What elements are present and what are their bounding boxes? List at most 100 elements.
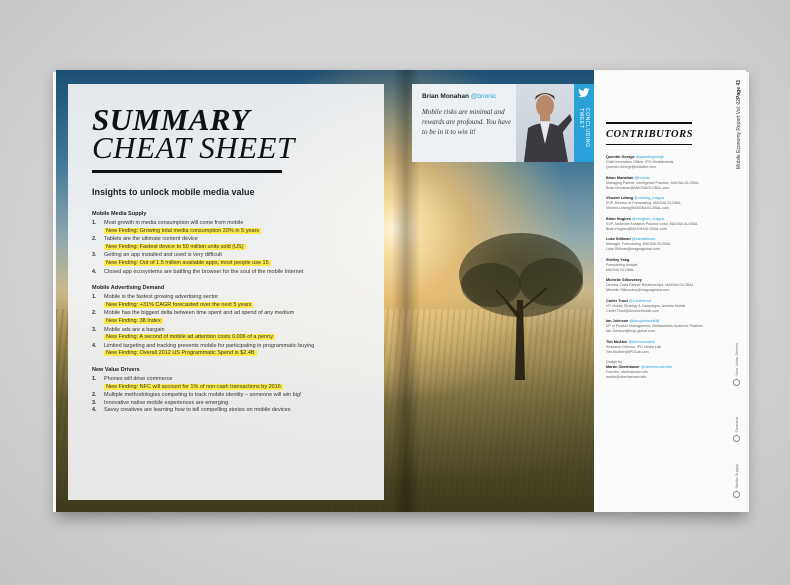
contributor-handle[interactable]: @bhughes_magna <box>632 217 664 221</box>
list-item: 2. Multiple methodologies competing to tr… <box>92 392 360 400</box>
section-nav-item[interactable]: New Value Drivers <box>732 330 742 386</box>
contributor-handle[interactable]: @Cartertrout <box>629 299 651 303</box>
author-portrait <box>516 84 574 162</box>
magazine-spread: SUMMARY CHEAT SHEET Insights to unlock m… <box>53 70 749 512</box>
list-item-number: 4. <box>92 268 97 275</box>
list-item-number: 1. <box>92 220 97 226</box>
contributor-email[interactable]: MAGNA GLOBAL <box>606 268 716 273</box>
section-heading: Mobile Media Supply <box>92 211 147 217</box>
person-silhouette-icon <box>524 93 572 162</box>
list-item: 3. Getting an app installed and used is v… <box>92 252 360 260</box>
contributor-handle[interactable]: @quentingeorge <box>636 155 664 159</box>
contributor-entry: Vincent Letang @vletang_magna EVP, Direct… <box>606 196 716 211</box>
contributor-handle[interactable]: @brionic <box>635 176 650 180</box>
nav-dot-icon <box>733 435 740 442</box>
list-item: 4. Savvy creatives are learning how to te… <box>92 407 360 415</box>
quote-author-handle[interactable]: @brionic <box>471 93 497 100</box>
nav-dot-icon <box>733 491 740 498</box>
contributors-title: CONTRIBUTORS <box>606 129 693 140</box>
list-item-text: Mobile is the fastest growing advertisin… <box>104 294 219 301</box>
contributor-name: Vincent Letang <box>606 196 634 200</box>
contributors-rule-top <box>606 122 692 124</box>
strip-label: CONCLUDING TWEET <box>578 108 590 148</box>
list-item-text: Mobile has the biggest delta between tim… <box>104 310 295 317</box>
list-item-number: 3. <box>92 399 97 406</box>
list-item-number: 2. <box>92 310 97 317</box>
list-item: 3. Innovative native mobile experiences a… <box>92 400 360 408</box>
contributor-name: Luke Stillman <box>606 237 631 241</box>
contributor-email[interactable]: Brian.Monahan@MAGNAGLOBAL.com <box>606 186 716 191</box>
contributor-email[interactable]: Vincent.Letang@MAGNAGLOBAL.com <box>606 206 716 211</box>
list-item-number: 1. <box>92 294 97 301</box>
list-item-number: 1. <box>92 375 97 382</box>
list-item-text: Limited targeting and tracking prevents … <box>104 342 315 349</box>
list-item-number: 4. <box>92 342 97 349</box>
design-credit: Design by Martin Oberhäuser @oberhaeuser… <box>606 360 716 380</box>
list-item: 1. Most growth in media consumption will … <box>92 220 360 228</box>
contributor-email[interactable]: Carter.Trout@AmobieMobile.com <box>606 309 716 314</box>
summary-sections: Mobile Media Supply 1. Most growth in medi… <box>92 211 360 415</box>
list-item-number: 3. <box>92 326 97 333</box>
section-nav-label: Media Supply <box>734 463 739 488</box>
new-finding-highlight: New Finding: A second of mobile ad atten… <box>104 334 275 341</box>
contributor-email[interactable]: Michelle.Stikovskey@magnaglobal.com <box>606 288 716 293</box>
contributor-handle[interactable]: @lukestillman <box>632 237 656 241</box>
section-heading: Mobile Advertising Demand <box>92 285 165 292</box>
list-item-text: Tablets are the ultimate content device <box>104 236 198 243</box>
contributor-email[interactable]: Brian.Hughes@MAGNAGLOBAL.com <box>606 227 716 232</box>
new-finding-highlight: New Finding: +31% CAGR forecasted over t… <box>104 301 254 308</box>
new-finding: New Finding: Overall 2012 US Programmati… <box>92 350 360 358</box>
section-heading: New Value Drivers <box>92 366 140 373</box>
new-finding-highlight: New Finding: Fastest device to 50 millio… <box>104 243 246 250</box>
section-nav-item[interactable]: Media Supply <box>732 442 742 498</box>
contributor-name: Brian Monahan <box>606 175 634 180</box>
new-finding-highlight: New Finding: Out of 1.5 million availabl… <box>104 259 271 266</box>
contributor-name: Michelle Stikovskey <box>606 278 642 282</box>
contributor-entry: Luke Stillman @lukestillman Manager, Fore… <box>606 237 716 252</box>
contributors-list: Quentin George @quentingeorge Chief Innov… <box>606 155 736 355</box>
contributor-name: Ian Johnson <box>606 319 629 323</box>
list-item: 4. Limited targeting and tracking prevent… <box>92 343 360 351</box>
summary-panel: SUMMARY CHEAT SHEET Insights to unlock m… <box>68 84 384 500</box>
contributor-entry: Brian Monahan @brionic Managing Partner, … <box>606 176 716 191</box>
new-finding: New Finding: Fastest device to 50 millio… <box>92 243 360 252</box>
list-item-number: 2. <box>92 392 97 399</box>
list-item-text: Savvy creatives are learning how to tell… <box>104 407 291 414</box>
twitter-bird-icon <box>578 88 590 98</box>
contributor-email[interactable]: Ian.Johnson@map-global.com <box>606 329 716 334</box>
title-rule <box>92 170 282 173</box>
designer-email[interactable]: martin@oberhaeuser.info <box>606 375 716 380</box>
contributor-entry: Ian Johnson @iancjohnsonMB VP of Product … <box>606 319 716 334</box>
contributor-email[interactable]: Quentin.George@initiative.com <box>606 165 716 170</box>
new-finding-highlight: New Finding: 38 Index <box>104 317 163 324</box>
contributor-handle[interactable]: @iancjohnsonMB <box>629 319 659 323</box>
contributor-email[interactable]: Luke.Stillman@magnaglobal.com <box>606 247 716 252</box>
new-finding-highlight: New Finding: Overall 2012 US Programmati… <box>104 350 257 357</box>
new-finding-highlight: New Finding: NFC will account for 1% of … <box>104 383 283 390</box>
contributor-name: Tim McAtee <box>606 339 628 344</box>
contributor-name: Quentin George <box>606 155 635 159</box>
contributor-entry: Brian Hughes @bhughes_magna SVP, Audience… <box>606 217 716 232</box>
contributor-name: Carter Trout <box>606 298 628 303</box>
list-item: 1. Phones will drive commerce <box>92 376 360 384</box>
list-item-text: Closed app ecosystems are battling the b… <box>104 268 304 275</box>
concluding-tweet-strip: CONCLUDING TWEET <box>574 84 594 162</box>
page-number: Page 43 <box>736 80 742 99</box>
new-finding: New Finding: 38 Index <box>92 317 360 326</box>
new-finding: New Finding: Growing total media consump… <box>92 227 360 236</box>
contributor-entry: Shelley Yang Forecasting Analyst MAGNA GLO… <box>606 258 716 273</box>
list-item-number: 2. <box>92 236 97 243</box>
contributor-email[interactable]: Tim.McAtee@IPGLab.com <box>606 350 716 355</box>
nav-dot-icon <box>733 379 740 386</box>
new-finding-highlight: New Finding: Growing total media consump… <box>104 227 262 234</box>
contributor-name: Shelley Yang <box>606 257 630 262</box>
section-nav-item[interactable]: Demand <box>732 386 742 442</box>
designer-handle[interactable]: @oberhaeuserinfo <box>641 365 672 369</box>
new-finding: New Finding: Out of 1.5 million availabl… <box>92 259 360 268</box>
page-title: SUMMARY CHEAT SHEET <box>92 104 360 163</box>
contributor-entry: Carter Trout @Cartertrout VP, Mobile Stra… <box>606 299 716 314</box>
subtitle: Insights to unlock mobile media value <box>92 187 255 197</box>
contributor-handle[interactable]: @timmcmcatee <box>628 340 654 344</box>
contributor-handle[interactable]: @vletang_magna <box>634 196 664 200</box>
new-finding: New Finding: A second of mobile ad atten… <box>92 334 360 342</box>
